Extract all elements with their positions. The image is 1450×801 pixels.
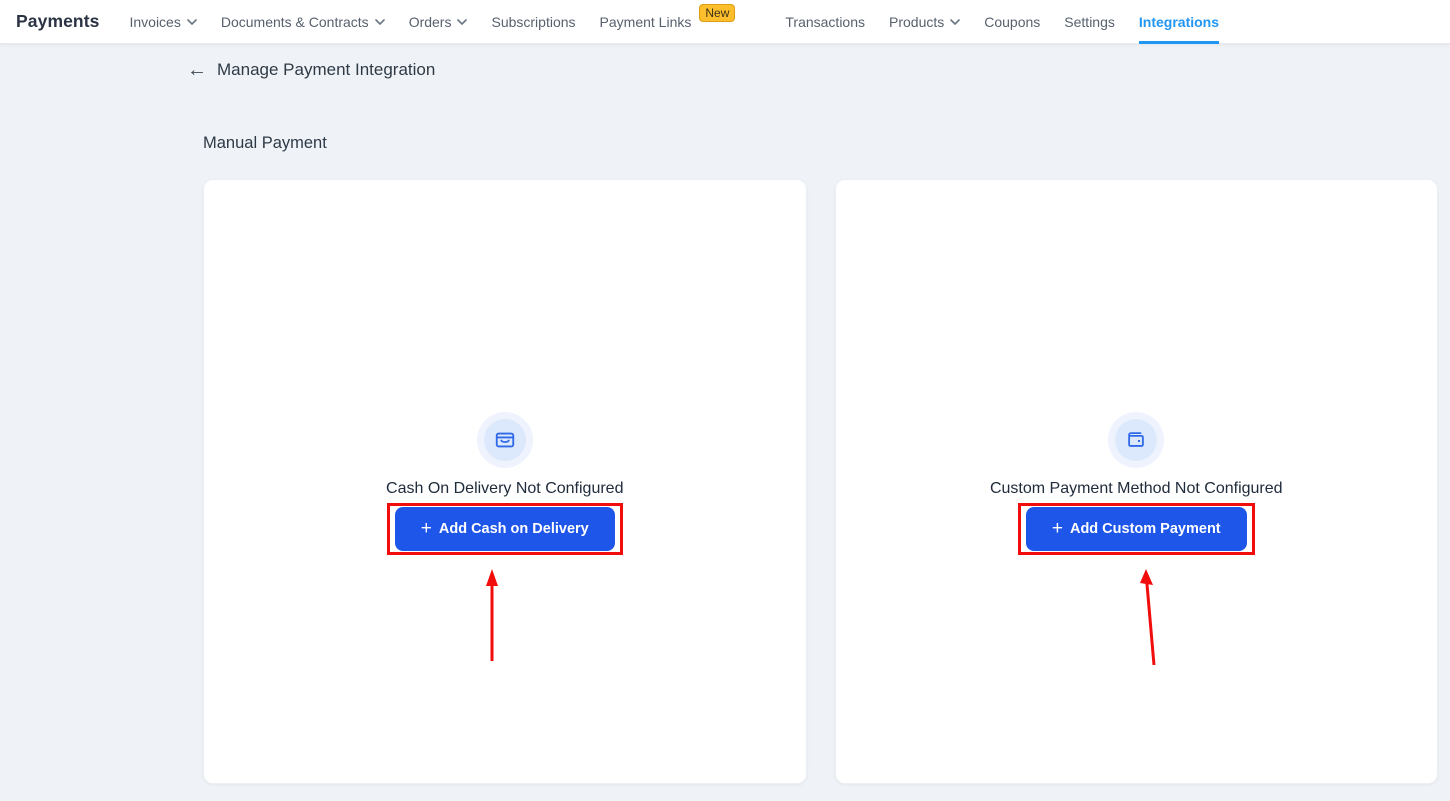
app-title: Payments xyxy=(16,11,99,32)
chevron-down-icon xyxy=(375,19,385,25)
card-content: Cash On Delivery Not Configured + Add Ca… xyxy=(204,412,806,555)
button-label: Add Custom Payment xyxy=(1070,521,1221,537)
nav-item-transactions[interactable]: Transactions xyxy=(785,0,865,44)
custom-payment-icon xyxy=(1115,419,1157,461)
nav-item-label: Documents & Contracts xyxy=(221,14,369,30)
annotation-box: + Add Cash on Delivery xyxy=(387,503,623,555)
plus-icon: + xyxy=(421,519,432,538)
cash-on-delivery-card: Cash On Delivery Not Configured + Add Ca… xyxy=(203,179,807,784)
nav-item-payment-links[interactable]: Payment Links New xyxy=(600,0,736,44)
add-custom-payment-button[interactable]: + Add Custom Payment xyxy=(1026,507,1247,551)
page-title: Manage Payment Integration xyxy=(217,60,435,80)
page-header: ← Manage Payment Integration xyxy=(187,55,1450,85)
top-navigation: Payments Invoices Documents & Contracts … xyxy=(0,0,1450,44)
cash-on-delivery-icon xyxy=(484,419,526,461)
annotation-arrow xyxy=(484,569,500,661)
nav-item-label: Subscriptions xyxy=(491,14,575,30)
icon-halo xyxy=(477,412,533,468)
annotation-arrow xyxy=(1138,569,1158,665)
nav-item-label: Integrations xyxy=(1139,14,1219,30)
nav-item-label: Products xyxy=(889,14,944,30)
nav-item-settings[interactable]: Settings xyxy=(1064,0,1115,44)
annotation-box: + Add Custom Payment xyxy=(1018,503,1255,555)
nav-item-label: Orders xyxy=(409,14,452,30)
nav-item-orders[interactable]: Orders xyxy=(409,0,468,44)
chevron-down-icon xyxy=(950,19,960,25)
manual-payment-cards: Cash On Delivery Not Configured + Add Ca… xyxy=(203,179,1438,784)
nav-item-subscriptions[interactable]: Subscriptions xyxy=(491,0,575,44)
card-content: Custom Payment Method Not Configured + A… xyxy=(836,412,1438,555)
back-arrow-icon[interactable]: ← xyxy=(187,60,207,80)
nav-item-label: Settings xyxy=(1064,14,1115,30)
nav-item-integrations[interactable]: Integrations xyxy=(1139,0,1219,44)
nav-item-documents-contracts[interactable]: Documents & Contracts xyxy=(221,0,385,44)
status-text: Cash On Delivery Not Configured xyxy=(386,480,623,498)
status-text: Custom Payment Method Not Configured xyxy=(990,480,1283,498)
icon-halo xyxy=(1108,412,1164,468)
section-title-manual-payment: Manual Payment xyxy=(203,134,1450,153)
nav-item-label: Invoices xyxy=(129,14,180,30)
plus-icon: + xyxy=(1052,519,1063,538)
chevron-down-icon xyxy=(457,19,467,25)
nav-item-coupons[interactable]: Coupons xyxy=(984,0,1040,44)
new-badge: New xyxy=(699,4,735,22)
button-label: Add Cash on Delivery xyxy=(439,521,589,537)
custom-payment-card: Custom Payment Method Not Configured + A… xyxy=(835,179,1439,784)
nav-item-label: Coupons xyxy=(984,14,1040,30)
chevron-down-icon xyxy=(187,19,197,25)
nav-item-label: Transactions xyxy=(785,14,865,30)
nav-item-invoices[interactable]: Invoices xyxy=(129,0,196,44)
nav-item-products[interactable]: Products xyxy=(889,0,960,44)
add-cash-on-delivery-button[interactable]: + Add Cash on Delivery xyxy=(395,507,615,551)
nav-item-label: Payment Links xyxy=(600,14,692,30)
